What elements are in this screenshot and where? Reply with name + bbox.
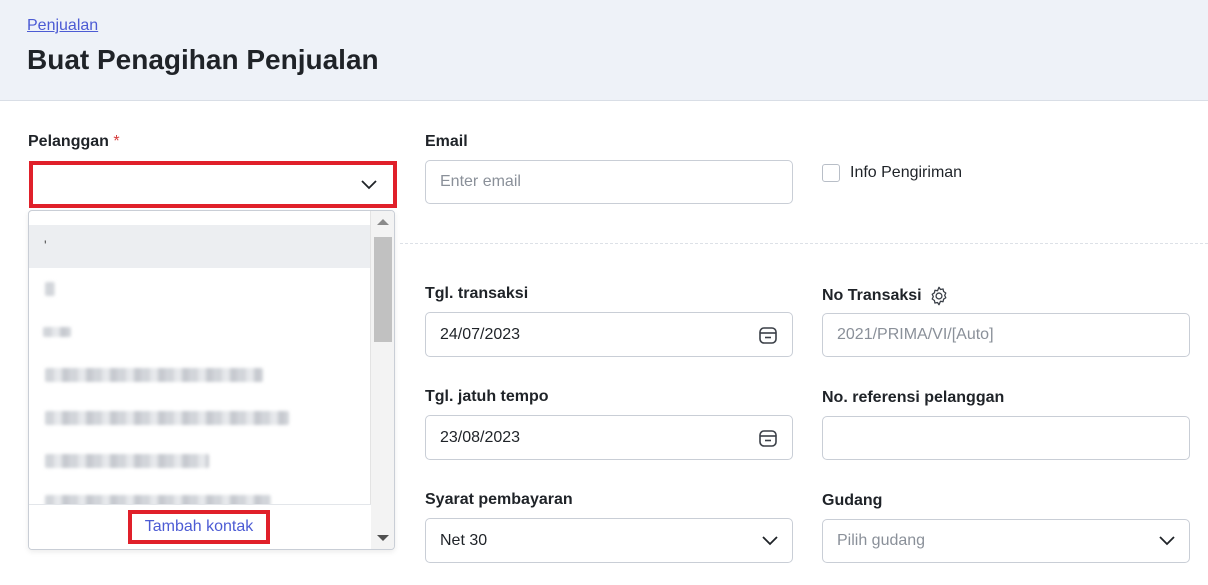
gear-icon[interactable] [928, 285, 950, 307]
customer-select[interactable] [29, 161, 397, 208]
customer-dropdown: ' Tambah kontak [28, 210, 395, 550]
calendar-icon[interactable] [758, 428, 778, 448]
page-header: Penjualan Buat Penagihan Penjualan [0, 0, 1208, 101]
shipping-info-checkbox[interactable] [822, 164, 840, 182]
email-placeholder: Enter email [440, 173, 521, 190]
email-label: Email [425, 133, 468, 150]
customer-label-text: Pelanggan [28, 133, 109, 150]
chevron-down-icon [762, 535, 778, 546]
transaction-no-label: No Transaksi [822, 285, 950, 307]
due-date-value: 23/08/2023 [440, 428, 521, 446]
warehouse-placeholder: Pilih gudang [837, 532, 926, 549]
transaction-date-value: 24/07/2023 [440, 325, 521, 343]
warehouse-select[interactable]: Pilih gudang [822, 519, 1190, 563]
transaction-date-field[interactable]: 24/07/2023 [425, 312, 793, 357]
payment-terms-select[interactable]: Net 30 [425, 518, 793, 563]
redacted-text [45, 454, 209, 468]
customer-reference-field[interactable] [822, 416, 1190, 460]
customer-reference-label: No. referensi pelanggan [822, 389, 1005, 406]
email-field[interactable]: Enter email [425, 160, 793, 204]
calendar-icon[interactable] [758, 325, 778, 345]
list-item[interactable] [29, 311, 371, 354]
scrollbar-thumb[interactable] [374, 237, 392, 342]
scroll-up-arrow-icon[interactable] [377, 219, 389, 225]
list-item[interactable] [29, 397, 371, 440]
list-item[interactable] [29, 268, 371, 311]
shipping-info-toggle[interactable]: Info Pengiriman [822, 164, 962, 182]
add-contact-button[interactable]: Tambah kontak [128, 510, 270, 544]
transaction-date-label: Tgl. transaksi [425, 285, 529, 302]
due-date-field[interactable]: 23/08/2023 [425, 415, 793, 460]
transaction-no-placeholder: 2021/PRIMA/VI/[Auto] [837, 326, 994, 343]
payment-terms-label: Syarat pembayaran [425, 491, 573, 508]
payment-terms-value: Net 30 [440, 531, 488, 549]
list-item[interactable]: ' [29, 225, 371, 268]
chevron-down-icon [1159, 536, 1175, 546]
transaction-no-field[interactable]: 2021/PRIMA/VI/[Auto] [822, 313, 1190, 357]
due-date-label: Tgl. jatuh tempo [425, 388, 549, 405]
list-item[interactable] [29, 440, 371, 483]
list-item-label: ' [44, 237, 47, 253]
required-mark: * [113, 133, 120, 150]
redacted-text [45, 282, 55, 296]
redacted-text [45, 411, 289, 425]
list-item[interactable] [29, 354, 371, 397]
section-divider [400, 243, 1208, 244]
redacted-text [45, 368, 263, 382]
dropdown-scrollbar[interactable] [370, 211, 394, 549]
chevron-down-icon [361, 179, 377, 190]
breadcrumb-penjualan[interactable]: Penjualan [27, 17, 98, 35]
transaction-no-label-text: No Transaksi [822, 287, 922, 304]
customer-label: Pelanggan * [28, 133, 120, 151]
page-title: Buat Penagihan Penjualan [27, 44, 379, 75]
warehouse-label: Gudang [822, 492, 883, 509]
scroll-down-arrow-icon[interactable] [377, 535, 389, 541]
redacted-text [43, 327, 71, 337]
shipping-info-label: Info Pengiriman [850, 164, 963, 181]
dropdown-footer: Tambah kontak [29, 504, 371, 549]
